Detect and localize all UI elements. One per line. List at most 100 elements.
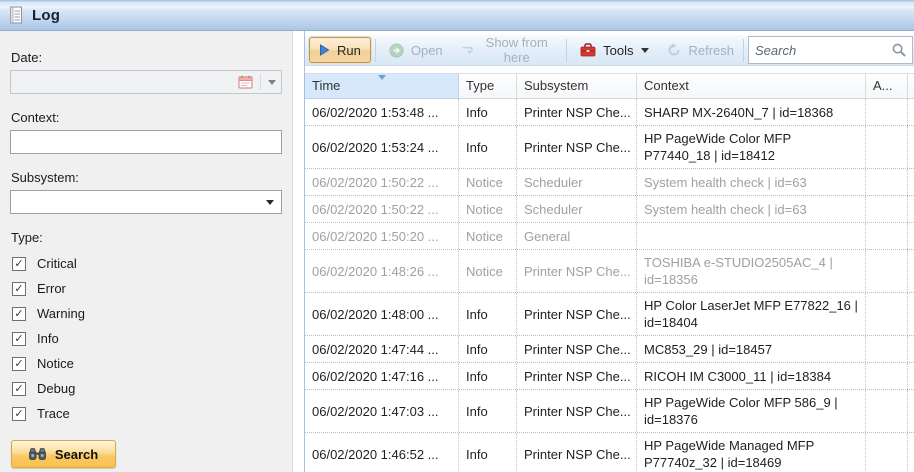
cell-action[interactable] (866, 336, 908, 362)
cell-time[interactable]: 06/02/2020 1:48:00 ... (305, 293, 459, 335)
column-header-context[interactable]: Context (637, 74, 866, 99)
cell-time[interactable]: 06/02/2020 1:53:48 ... (305, 99, 459, 125)
cell-subsystem[interactable]: Printer NSP Che... (517, 250, 637, 292)
checkbox-checked-icon[interactable]: ✓ (12, 332, 26, 346)
cell-type[interactable]: Info (459, 390, 517, 432)
table-row[interactable]: 06/02/2020 1:48:00 ... Info Printer NSP … (305, 293, 914, 336)
cell-context[interactable]: TOSHIBA e-STUDIO2505AC_4 | id=18356 (637, 250, 866, 292)
table-row[interactable]: 06/02/2020 1:48:26 ... Notice Printer NS… (305, 250, 914, 293)
cell-time[interactable]: 06/02/2020 1:47:16 ... (305, 363, 459, 389)
table-row[interactable]: 06/02/2020 1:53:48 ... Info Printer NSP … (305, 99, 914, 126)
cell-subsystem[interactable]: Scheduler (517, 169, 637, 195)
cell-type[interactable]: Info (459, 336, 517, 362)
cell-subsystem[interactable]: Printer NSP Che... (517, 126, 637, 168)
cell-context[interactable]: System health check | id=63 (637, 196, 866, 222)
checkbox-checked-icon[interactable]: ✓ (12, 257, 26, 271)
cell-sliver (908, 99, 914, 125)
column-header-time[interactable]: Time (305, 74, 459, 99)
cell-context[interactable]: System health check | id=63 (637, 169, 866, 195)
type-filter-option[interactable]: ✓ Warning (12, 301, 282, 326)
table-row[interactable]: 06/02/2020 1:50:22 ... Notice Scheduler … (305, 196, 914, 223)
cell-time[interactable]: 06/02/2020 1:47:03 ... (305, 390, 459, 432)
cell-context[interactable]: MC853_29 | id=18457 (637, 336, 866, 362)
cell-action[interactable] (866, 250, 908, 292)
checkbox-checked-icon[interactable]: ✓ (12, 382, 26, 396)
cell-context[interactable]: HP PageWide Color MFP 586_9 | id=18376 (637, 390, 866, 432)
cell-action[interactable] (866, 433, 908, 472)
cell-action[interactable] (866, 169, 908, 195)
run-button[interactable]: Run (309, 37, 371, 63)
cell-subsystem[interactable]: Printer NSP Che... (517, 433, 637, 472)
search-button[interactable]: Search (11, 440, 116, 468)
table-row[interactable]: 06/02/2020 1:53:24 ... Info Printer NSP … (305, 126, 914, 169)
subsystem-dropdown[interactable] (10, 190, 282, 214)
date-field[interactable] (10, 70, 282, 94)
table-row[interactable]: 06/02/2020 1:50:20 ... Notice General (305, 223, 914, 250)
cell-subsystem[interactable]: Printer NSP Che... (517, 390, 637, 432)
tools-button[interactable]: Tools (571, 37, 658, 63)
type-filter-option[interactable]: ✓ Notice (12, 351, 282, 376)
cell-type[interactable]: Info (459, 363, 517, 389)
column-header-subsystem[interactable]: Subsystem (517, 74, 637, 99)
cell-time[interactable]: 06/02/2020 1:48:26 ... (305, 250, 459, 292)
type-filter-option[interactable]: ✓ Info (12, 326, 282, 351)
cell-type[interactable]: Info (459, 126, 517, 168)
cell-time[interactable]: 06/02/2020 1:46:52 ... (305, 433, 459, 472)
open-button[interactable]: Open (380, 37, 452, 63)
show-from-here-label: Show from here (480, 35, 553, 65)
refresh-button[interactable]: Refresh (658, 37, 743, 63)
type-filter-option[interactable]: ✓ Critical (12, 251, 282, 276)
cell-action[interactable] (866, 293, 908, 335)
cell-type[interactable]: Notice (459, 169, 517, 195)
cell-action[interactable] (866, 390, 908, 432)
cell-type[interactable]: Info (459, 433, 517, 472)
cell-context[interactable]: HP PageWide Color MFP P77440_18 | id=184… (637, 126, 866, 168)
toolbar-separator (375, 39, 376, 62)
checkbox-checked-icon[interactable]: ✓ (12, 407, 26, 421)
cell-time[interactable]: 06/02/2020 1:50:22 ... (305, 169, 459, 195)
column-header-action[interactable]: A... (866, 74, 908, 99)
table-row[interactable]: 06/02/2020 1:47:16 ... Info Printer NSP … (305, 363, 914, 390)
cell-action[interactable] (866, 196, 908, 222)
cell-subsystem[interactable]: Printer NSP Che... (517, 293, 637, 335)
type-filter-option[interactable]: ✓ Trace (12, 401, 282, 426)
cell-context[interactable]: HP Color LaserJet MFP E77822_16 | id=184… (637, 293, 866, 335)
cell-sliver (908, 293, 914, 335)
checkbox-checked-icon[interactable]: ✓ (12, 282, 26, 296)
cell-subsystem[interactable]: Scheduler (517, 196, 637, 222)
cell-time[interactable]: 06/02/2020 1:53:24 ... (305, 126, 459, 168)
checkbox-checked-icon[interactable]: ✓ (12, 307, 26, 321)
cell-time[interactable]: 06/02/2020 1:50:20 ... (305, 223, 459, 249)
table-row[interactable]: 06/02/2020 1:50:22 ... Notice Scheduler … (305, 169, 914, 196)
cell-subsystem[interactable]: Printer NSP Che... (517, 336, 637, 362)
show-from-here-button[interactable]: Show from here (452, 37, 562, 63)
type-filter-option[interactable]: ✓ Debug (12, 376, 282, 401)
table-row[interactable]: 06/02/2020 1:47:03 ... Info Printer NSP … (305, 390, 914, 433)
cell-subsystem[interactable]: Printer NSP Che... (517, 99, 637, 125)
checkbox-checked-icon[interactable]: ✓ (12, 357, 26, 371)
magnifier-icon[interactable] (892, 43, 906, 57)
cell-subsystem[interactable]: General (517, 223, 637, 249)
column-header-type[interactable]: Type (459, 74, 517, 99)
cell-action[interactable] (866, 99, 908, 125)
table-row[interactable]: 06/02/2020 1:46:52 ... Info Printer NSP … (305, 433, 914, 472)
table-search-input[interactable] (755, 43, 888, 58)
cell-time[interactable]: 06/02/2020 1:47:44 ... (305, 336, 459, 362)
table-row[interactable]: 06/02/2020 1:47:44 ... Info Printer NSP … (305, 336, 914, 363)
cell-type[interactable]: Notice (459, 250, 517, 292)
cell-type[interactable]: Notice (459, 196, 517, 222)
cell-action[interactable] (866, 363, 908, 389)
type-filter-option[interactable]: ✓ Error (12, 276, 282, 301)
cell-type[interactable]: Notice (459, 223, 517, 249)
cell-time[interactable]: 06/02/2020 1:50:22 ... (305, 196, 459, 222)
cell-subsystem[interactable]: Printer NSP Che... (517, 363, 637, 389)
cell-context[interactable]: HP PageWide Managed MFP P77740z_32 | id=… (637, 433, 866, 472)
cell-context[interactable]: SHARP MX-2640N_7 | id=18368 (637, 99, 866, 125)
context-input[interactable] (11, 131, 281, 153)
cell-context[interactable] (637, 223, 866, 249)
cell-action[interactable] (866, 223, 908, 249)
cell-context[interactable]: RICOH IM C3000_11 | id=18384 (637, 363, 866, 389)
cell-type[interactable]: Info (459, 293, 517, 335)
cell-type[interactable]: Info (459, 99, 517, 125)
cell-action[interactable] (866, 126, 908, 168)
